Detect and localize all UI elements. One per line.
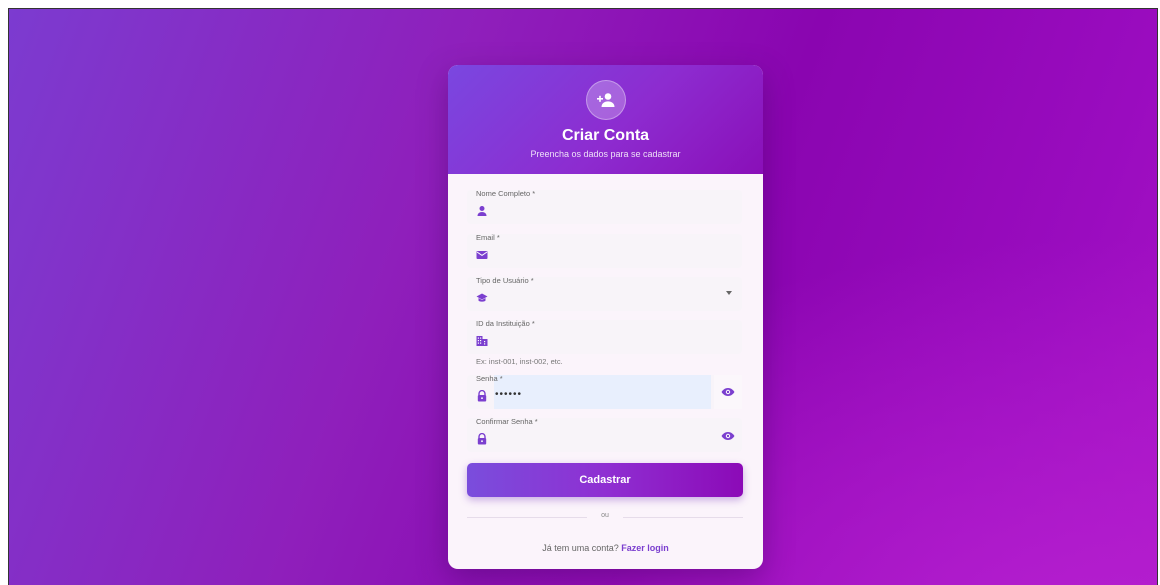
login-prompt: Já tem uma conta? Fazer login	[448, 543, 763, 553]
institution-id-hint: Ex: inst-001, inst-002, etc.	[476, 357, 563, 366]
building-icon	[476, 336, 488, 346]
submit-button[interactable]: Cadastrar	[467, 463, 743, 497]
person-icon	[477, 206, 487, 216]
eye-icon[interactable]	[721, 387, 735, 397]
card-header: Criar Conta Preencha os dados para se ca…	[448, 65, 763, 174]
institution-id-field[interactable]: ID da Instituição *	[467, 319, 742, 354]
password-label: Senha *	[476, 374, 503, 383]
login-question: Já tem uma conta?	[542, 543, 619, 553]
password-visibility-button[interactable]	[714, 375, 742, 409]
login-link[interactable]: Fazer login	[621, 543, 669, 553]
avatar	[586, 80, 626, 120]
page-background: Criar Conta Preencha os dados para se ca…	[8, 8, 1158, 585]
user-type-select[interactable]: Tipo de Usuário *	[467, 276, 742, 311]
divider-line-right	[623, 517, 743, 518]
eye-icon[interactable]	[721, 431, 735, 441]
page-subtitle: Preencha os dados para se cadastrar	[530, 149, 681, 159]
confirm-password-field[interactable]: Confirmar Senha *	[467, 417, 742, 452]
password-field[interactable]: Senha * ••••••	[467, 374, 742, 409]
page-title: Criar Conta	[561, 127, 650, 144]
mail-icon	[476, 251, 488, 259]
email-field[interactable]: Email *	[467, 233, 742, 268]
confirm-password-label: Confirmar Senha *	[476, 417, 538, 426]
chevron-down-icon[interactable]	[726, 291, 732, 295]
school-icon	[476, 293, 488, 302]
full-name-label: Nome Completo *	[476, 189, 536, 198]
divider: ou	[467, 511, 743, 523]
institution-id-label: ID da Instituição *	[476, 319, 535, 328]
password-input[interactable]	[494, 375, 711, 409]
person-add-icon	[597, 93, 615, 107]
lock-icon	[477, 390, 487, 402]
email-label: Email *	[476, 233, 500, 242]
signup-card: Criar Conta Preencha os dados para se ca…	[448, 65, 763, 569]
lock-icon	[477, 433, 487, 445]
user-type-label: Tipo de Usuário *	[476, 276, 534, 285]
password-value: ••••••	[495, 389, 523, 400]
full-name-field[interactable]: Nome Completo *	[467, 189, 742, 224]
